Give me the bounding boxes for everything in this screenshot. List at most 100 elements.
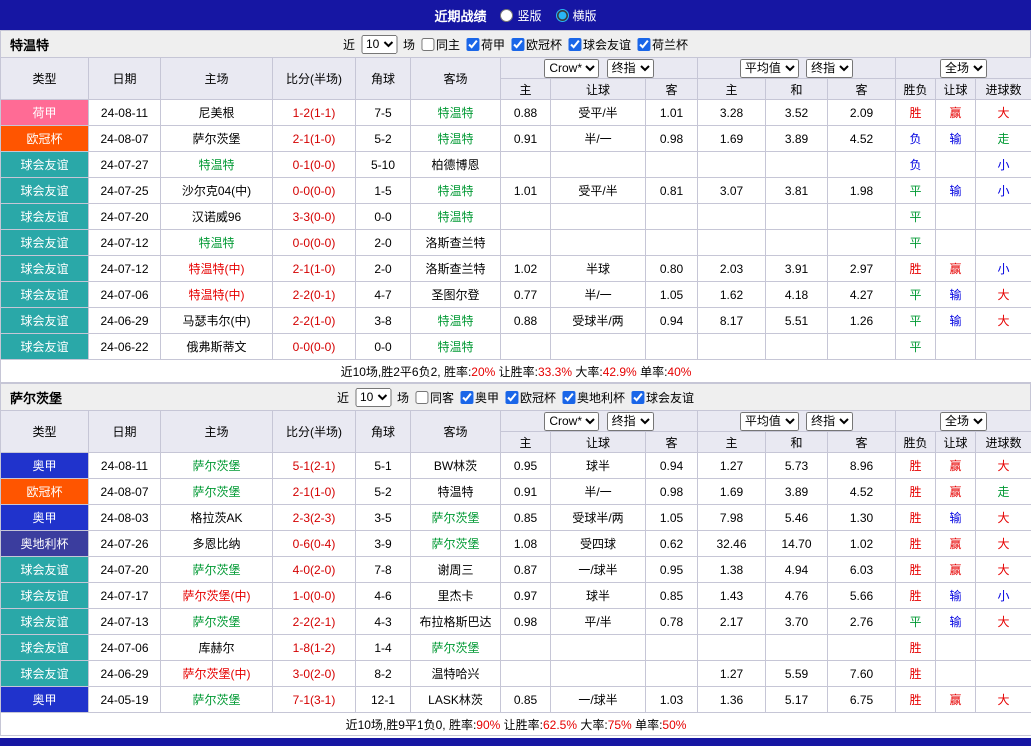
average-select[interactable]: 平均值 bbox=[740, 59, 799, 78]
same-venue-filter[interactable]: 同客 bbox=[415, 389, 454, 406]
league-filter[interactable]: 球会友谊 bbox=[631, 389, 694, 406]
league-filter[interactable]: 荷甲 bbox=[466, 36, 505, 53]
avg-away-odds-cell: 6.75 bbox=[828, 687, 896, 713]
layout-option-vertical[interactable]: 竖版 bbox=[500, 7, 541, 24]
outcome-result-cell: 胜 bbox=[896, 661, 936, 687]
team-section-1: 特温特 近 10 场 同主 荷甲欧冠杯球会友谊荷兰杯 类型 日期 主场 比分(半… bbox=[0, 30, 1031, 383]
avg-draw-odds-cell: 4.76 bbox=[766, 583, 828, 609]
outcome-result-cell: 平 bbox=[896, 178, 936, 204]
layout-option-horizontal[interactable]: 横版 bbox=[556, 7, 597, 24]
odds-away-cell: 0.98 bbox=[646, 126, 698, 152]
league-filter[interactable]: 欧冠杯 bbox=[505, 389, 556, 406]
vertical-layout-radio[interactable] bbox=[500, 9, 513, 22]
handicap-result-cell: 输 bbox=[936, 178, 976, 204]
league-checkbox[interactable] bbox=[460, 391, 473, 404]
match-row: 球会友谊24-07-27特温特0-1(0-0)5-10柏德博恩负小 bbox=[1, 152, 1031, 178]
league-label: 欧冠杯 bbox=[526, 36, 562, 53]
handicap-cell: 平/半 bbox=[551, 609, 646, 635]
same-venue-checkbox[interactable] bbox=[415, 391, 428, 404]
home-team-cell: 俄弗斯蒂文 bbox=[161, 334, 273, 360]
summary-row: 近10场,胜2平6负2, 胜率:20% 让胜率:33.3% 大率:42.9% 单… bbox=[1, 360, 1031, 383]
corner-cell: 2-0 bbox=[356, 230, 411, 256]
bookmaker-select[interactable]: Crow* bbox=[544, 412, 599, 431]
odds-stage-select-2[interactable]: 终指 bbox=[806, 412, 853, 431]
avg-away-odds-cell: 6.03 bbox=[828, 557, 896, 583]
handicap-result-cell bbox=[936, 635, 976, 661]
handicap-cell: 一/球半 bbox=[551, 557, 646, 583]
away-team-cell: 特温特 bbox=[411, 126, 501, 152]
horizontal-layout-radio[interactable] bbox=[556, 9, 569, 22]
home-team-cell: 萨尔茨堡 bbox=[161, 453, 273, 479]
topbar: 近期战绩 竖版 横版 bbox=[0, 0, 1031, 30]
recent-count-select[interactable]: 10 bbox=[361, 35, 397, 54]
goals-result-cell: 大 bbox=[976, 557, 1031, 583]
handicap-result-cell: 输 bbox=[936, 308, 976, 334]
type-cell: 球会友谊 bbox=[1, 152, 89, 178]
league-checkbox[interactable] bbox=[637, 38, 650, 51]
goals-result-cell: 大 bbox=[976, 609, 1031, 635]
league-filter[interactable]: 荷兰杯 bbox=[637, 36, 688, 53]
odds-home-cell: 1.08 bbox=[501, 531, 551, 557]
league-checkbox[interactable] bbox=[511, 38, 524, 51]
same-venue-filter[interactable]: 同主 bbox=[421, 36, 460, 53]
summary-stat-label: 大率: bbox=[577, 718, 608, 732]
scope-select[interactable]: 全场 bbox=[940, 412, 987, 431]
league-filter[interactable]: 欧冠杯 bbox=[511, 36, 562, 53]
avg-away-odds-cell: 4.27 bbox=[828, 282, 896, 308]
league-checkbox[interactable] bbox=[505, 391, 518, 404]
league-filter[interactable]: 球会友谊 bbox=[568, 36, 631, 53]
filter-bar: 近 10 场 同客 奥甲欧冠杯奥地利杯球会友谊 bbox=[337, 388, 694, 407]
league-label: 球会友谊 bbox=[583, 36, 631, 53]
summary-stat-value: 20% bbox=[471, 365, 495, 379]
handicap-cell: 半/一 bbox=[551, 479, 646, 505]
league-checkbox[interactable] bbox=[568, 38, 581, 51]
score-cell: 2-3(2-3) bbox=[273, 505, 356, 531]
odds-home-cell: 0.85 bbox=[501, 505, 551, 531]
match-row: 球会友谊24-06-29萨尔茨堡(中)3-0(2-0)8-2温特哈兴1.275.… bbox=[1, 661, 1031, 687]
match-row: 奥甲24-08-11萨尔茨堡5-1(2-1)5-1BW林茨0.95球半0.941… bbox=[1, 453, 1031, 479]
score-cell: 0-0(0-0) bbox=[273, 230, 356, 256]
col-handicap-result: 让球 bbox=[936, 79, 976, 100]
col-avg-away: 客 bbox=[828, 432, 896, 453]
type-cell: 球会友谊 bbox=[1, 583, 89, 609]
odds-stage-select-1[interactable]: 终指 bbox=[607, 59, 654, 78]
match-row: 球会友谊24-07-20汉诺威963-3(0-0)0-0特温特平 bbox=[1, 204, 1031, 230]
col-avg-draw: 和 bbox=[766, 79, 828, 100]
col-avg-draw: 和 bbox=[766, 432, 828, 453]
league-filter[interactable]: 奥甲 bbox=[460, 389, 499, 406]
average-select[interactable]: 平均值 bbox=[740, 412, 799, 431]
league-filters: 奥甲欧冠杯奥地利杯球会友谊 bbox=[460, 389, 694, 406]
home-team-cell: 萨尔茨堡(中) bbox=[161, 661, 273, 687]
score-cell: 5-1(2-1) bbox=[273, 453, 356, 479]
date-cell: 24-08-03 bbox=[89, 505, 161, 531]
summary-stat-label: 胜率: bbox=[449, 718, 476, 732]
home-team-cell: 特温特(中) bbox=[161, 256, 273, 282]
avg-home-odds-cell: 3.07 bbox=[698, 178, 766, 204]
goals-result-cell bbox=[976, 661, 1031, 687]
handicap-result-cell: 输 bbox=[936, 609, 976, 635]
bookmaker-select[interactable]: Crow* bbox=[544, 59, 599, 78]
goals-result-cell: 大 bbox=[976, 453, 1031, 479]
avg-draw-odds-cell: 5.59 bbox=[766, 661, 828, 687]
corner-cell: 4-6 bbox=[356, 583, 411, 609]
home-team-cell: 萨尔茨堡 bbox=[161, 687, 273, 713]
league-checkbox[interactable] bbox=[466, 38, 479, 51]
summary-stat-value: 40% bbox=[667, 365, 691, 379]
handicap-result-cell bbox=[936, 230, 976, 256]
odds-group-2: 平均值 终指 bbox=[698, 411, 896, 432]
odds-away-cell: 1.03 bbox=[646, 687, 698, 713]
handicap-result-cell: 输 bbox=[936, 282, 976, 308]
league-filter[interactable]: 奥地利杯 bbox=[562, 389, 625, 406]
same-venue-checkbox[interactable] bbox=[421, 38, 434, 51]
league-filters: 荷甲 欧冠杯 球会友谊荷兰杯 bbox=[466, 36, 688, 53]
scope-select[interactable]: 全场 bbox=[940, 59, 987, 78]
odds-stage-select-1[interactable]: 终指 bbox=[607, 412, 654, 431]
type-cell: 球会友谊 bbox=[1, 557, 89, 583]
odds-away-cell bbox=[646, 635, 698, 661]
odds-stage-select-2[interactable]: 终指 bbox=[806, 59, 853, 78]
league-checkbox[interactable] bbox=[631, 391, 644, 404]
recent-count-select[interactable]: 10 bbox=[355, 388, 391, 407]
away-team-cell: 布拉格斯巴达 bbox=[411, 609, 501, 635]
goals-result-cell: 走 bbox=[976, 126, 1031, 152]
league-checkbox[interactable] bbox=[562, 391, 575, 404]
